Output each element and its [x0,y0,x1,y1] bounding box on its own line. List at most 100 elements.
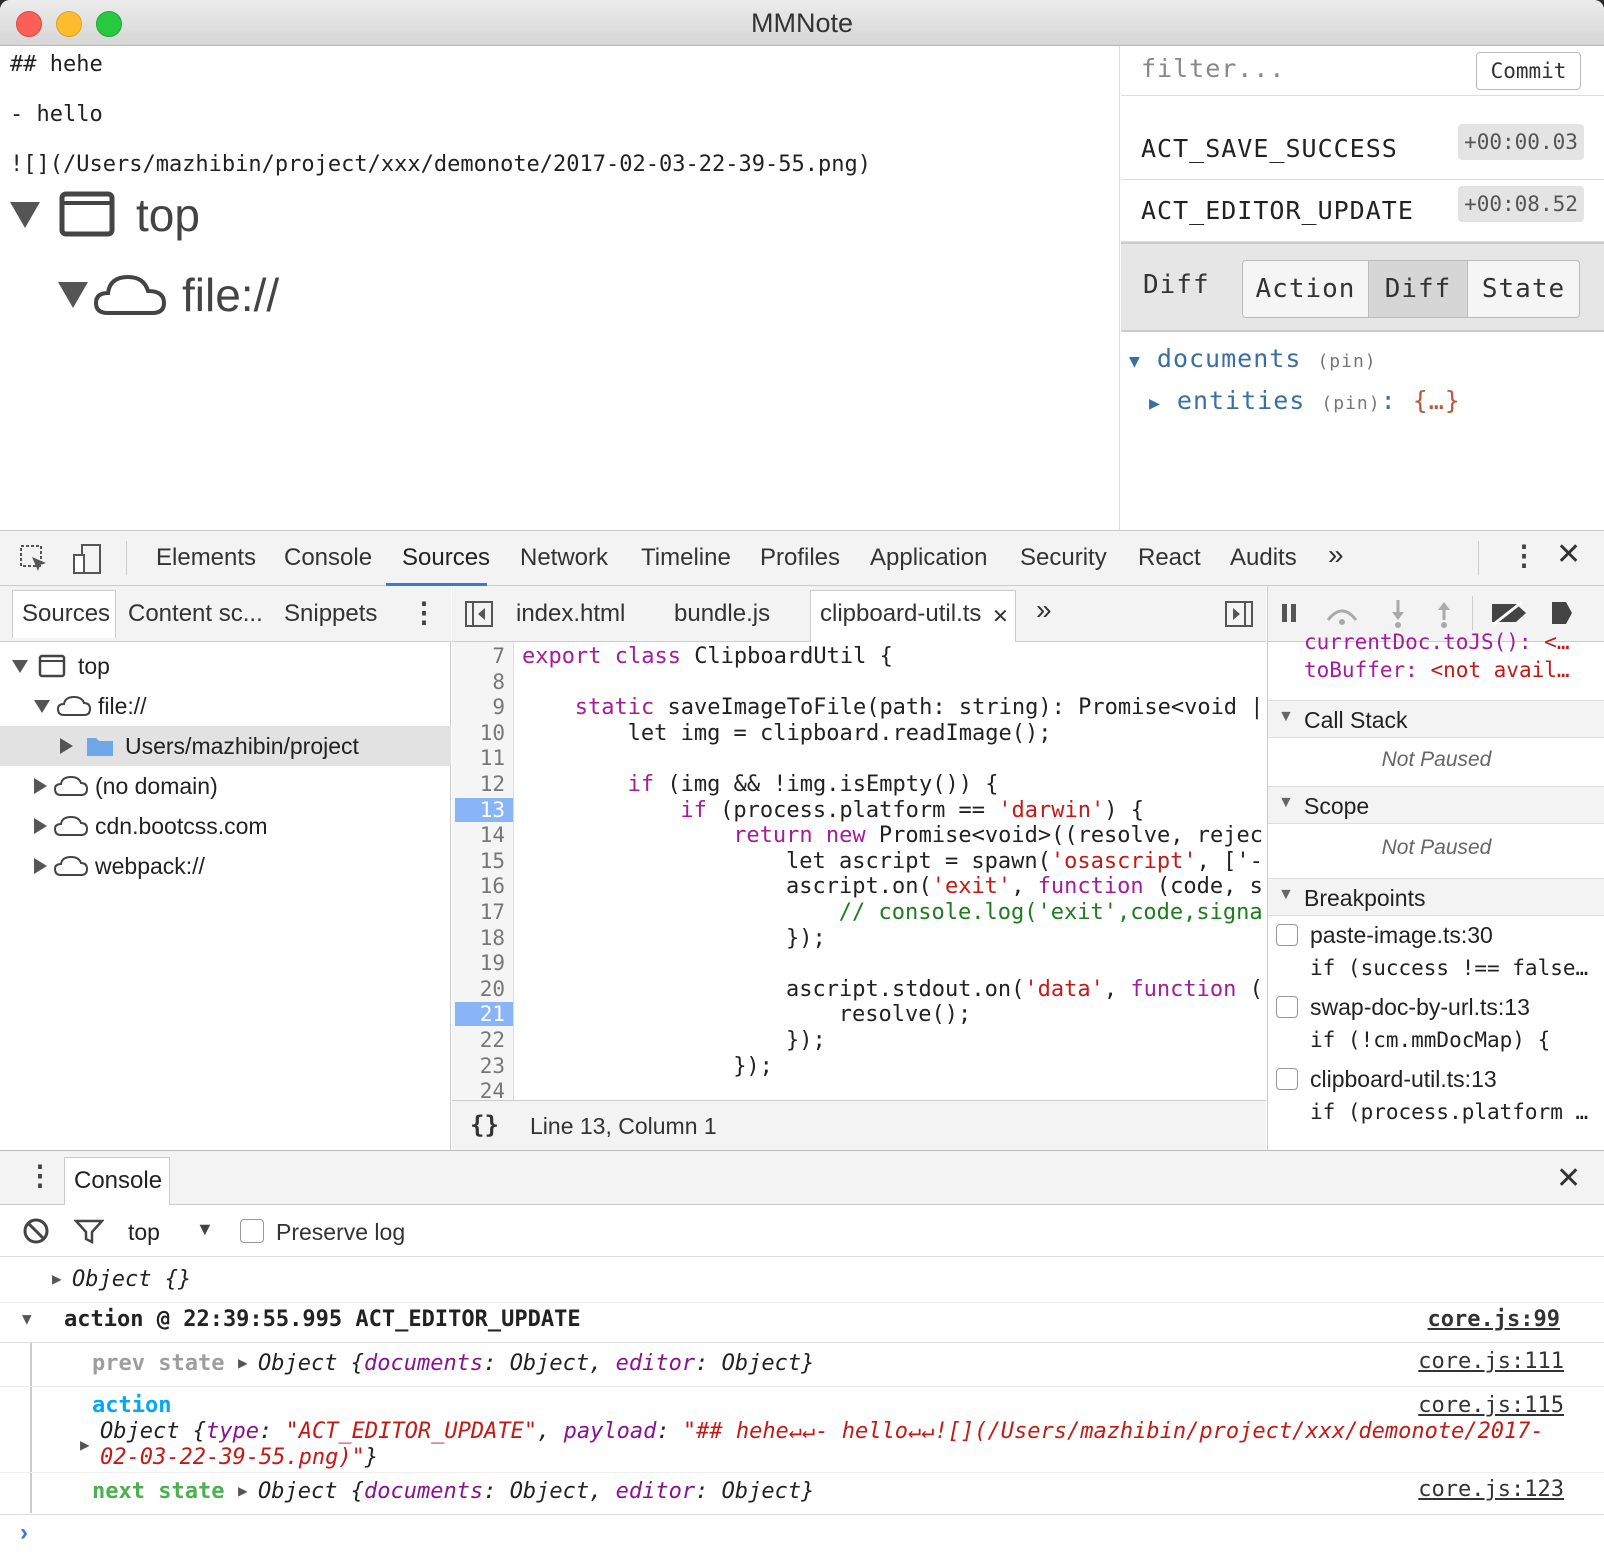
line-number[interactable]: 22 [445,1028,505,1052]
file-tab[interactable]: bundle.js [674,600,770,628]
code-line[interactable]: return new Promise<void>((resolve, rejec [733,823,1263,848]
nav-tab-content-scripts[interactable]: Content sc... [128,600,263,628]
tab-audits[interactable]: Audits [1230,544,1297,572]
breakpoint-file[interactable]: swap-doc-by-url.ts:13 [1310,994,1530,1021]
device-toolbar-icon[interactable] [72,543,104,575]
log-prev-state[interactable]: prev state ▶ Object {documents: Object, … [0,1345,1604,1387]
close-drawer-icon[interactable]: ✕ [1556,1161,1581,1196]
navigator-menu-icon[interactable]: ⋮ [410,596,438,629]
watch-expression[interactable]: toBuffer: <not avail… [1304,658,1570,682]
filter-icon[interactable] [74,1217,104,1245]
breakpoint-checkbox[interactable] [1276,1068,1298,1090]
expand-triangle-icon[interactable]: ▶ [80,1435,90,1454]
close-tab-icon[interactable]: ✕ [992,604,1009,629]
pin-link[interactable]: (pin) [1321,393,1380,414]
source-link[interactable]: core.js:115 [1418,1393,1564,1418]
more-files-icon[interactable]: » [1036,594,1052,626]
line-number[interactable]: 8 [445,670,505,694]
source-link[interactable]: core.js:111 [1418,1349,1564,1374]
step-into-icon[interactable] [1386,598,1410,628]
tab-state[interactable]: State [1467,260,1580,318]
code-line[interactable]: // console.log('exit',code,signa [839,900,1263,925]
tree-item-no-domain[interactable]: (no domain) [0,766,451,806]
log-action[interactable]: action core.js:115 ▶ Object {type: "ACT_… [0,1387,1604,1473]
code-line[interactable]: resolve(); [839,1002,971,1027]
pretty-print-icon[interactable]: {} [470,1111,499,1139]
tree-item-top[interactable]: top [0,646,451,686]
log-entry[interactable]: ▶ Object {} [0,1263,1604,1303]
breakpoint-line-number[interactable]: 21 [455,1002,513,1027]
step-over-icon[interactable] [1322,600,1362,626]
line-number[interactable]: 12 [445,772,505,796]
breakpoints-header[interactable]: ▼ Breakpoints [1268,878,1604,916]
expand-triangle-icon[interactable]: ▶ [238,1353,248,1372]
preserve-log-checkbox[interactable] [240,1219,264,1243]
editor-line[interactable]: ## hehe [10,52,103,77]
tab-diff[interactable]: Diff [1368,260,1468,318]
scope-header[interactable]: ▼ Scope [1268,786,1604,824]
source-link[interactable]: core.js:123 [1418,1477,1564,1502]
editor-line[interactable]: ![](/Users/mazhibin/project/xxx/demonote… [10,152,871,177]
log-group-header[interactable]: ▼ action @ 22:39:55.995 ACT_EDITOR_UPDAT… [0,1303,1604,1343]
more-options-icon[interactable]: ⋮ [1510,539,1538,572]
breakpoint-file[interactable]: paste-image.ts:30 [1310,922,1493,949]
deactivate-breakpoints-icon[interactable] [1488,600,1530,626]
clear-console-icon[interactable] [22,1217,50,1245]
commit-button[interactable]: Commit [1476,52,1581,90]
tab-elements[interactable]: Elements [156,544,256,572]
tree-item-webpack[interactable]: webpack:// [0,846,451,886]
expand-triangle-icon[interactable]: ▶ [238,1481,248,1500]
breakpoint-checkbox[interactable] [1276,996,1298,1018]
tab-action[interactable]: Action [1242,260,1369,318]
tree-item-folder[interactable]: Users/mazhibin/project [0,726,451,766]
line-number[interactable]: 16 [445,874,505,898]
code-line[interactable]: ascript.on('exit', function (code, s [786,874,1263,899]
line-number[interactable]: 10 [445,721,505,745]
context-selector[interactable]: top [128,1219,160,1246]
tree-node-entities[interactable]: ▶ entities (pin): {…} [1149,386,1461,415]
tab-sources[interactable]: Sources [402,544,490,572]
console-prompt[interactable]: › [20,1519,28,1547]
pin-link[interactable]: (pin) [1317,351,1376,372]
code-line[interactable]: export class ClipboardUtil { [522,644,893,669]
filter-input[interactable]: filter... [1141,54,1285,83]
tree-node-documents[interactable]: ▼ documents (pin) [1129,344,1377,373]
line-number[interactable]: 20 [445,977,505,1001]
toggle-navigator-icon[interactable] [464,600,494,628]
action-list-item[interactable]: ACT_EDITOR_UPDATE +00:08.52 [1121,180,1604,242]
line-number[interactable]: 23 [445,1054,505,1078]
tab-security[interactable]: Security [1020,544,1107,572]
drawer-menu-icon[interactable]: ⋮ [26,1159,54,1192]
dropdown-arrow-icon[interactable]: ▼ [196,1219,214,1240]
tab-network[interactable]: Network [520,544,608,572]
tab-console[interactable]: Console [284,544,372,572]
tab-timeline[interactable]: Timeline [641,544,731,572]
code-line[interactable]: static saveImageToFile(path: string): Pr… [575,695,1264,720]
code-line[interactable]: if (img && !img.isEmpty()) { [628,772,999,797]
breakpoint-checkbox[interactable] [1276,924,1298,946]
line-number[interactable]: 18 [445,926,505,950]
code-line[interactable]: }); [733,1054,773,1079]
toggle-debugger-icon[interactable] [1224,600,1254,628]
line-number[interactable]: 11 [445,746,505,770]
code-line[interactable]: let img = clipboard.readImage(); [628,721,1052,746]
line-number[interactable]: 17 [445,900,505,924]
call-stack-header[interactable]: ▼ Call Stack [1268,700,1604,738]
pause-icon[interactable] [1278,600,1302,626]
inspect-element-icon[interactable] [18,543,50,575]
source-link[interactable]: core.js:99 [1428,1307,1560,1332]
line-number[interactable]: 9 [445,695,505,719]
tab-react[interactable]: React [1138,544,1201,572]
pause-on-exceptions-icon[interactable] [1544,598,1574,628]
tree-item-file[interactable]: file:// [0,686,451,726]
editor-line[interactable]: - hello [10,102,103,127]
line-number[interactable]: 14 [445,823,505,847]
close-devtools-icon[interactable]: ✕ [1556,537,1581,572]
code-line[interactable]: if (process.platform == 'darwin') { [680,798,1144,823]
line-number-gutter[interactable]: 7 8 9 10 11 12 13 14 15 16 17 18 19 20 21 22 23 24 [452,642,514,1103]
nav-tab-snippets[interactable]: Snippets [284,600,377,628]
nav-tab-sources[interactable]: Sources [22,600,110,628]
line-number[interactable]: 15 [445,849,505,873]
expand-triangle-icon[interactable]: ▼ [22,1309,32,1328]
code-line[interactable]: }); [786,926,826,951]
